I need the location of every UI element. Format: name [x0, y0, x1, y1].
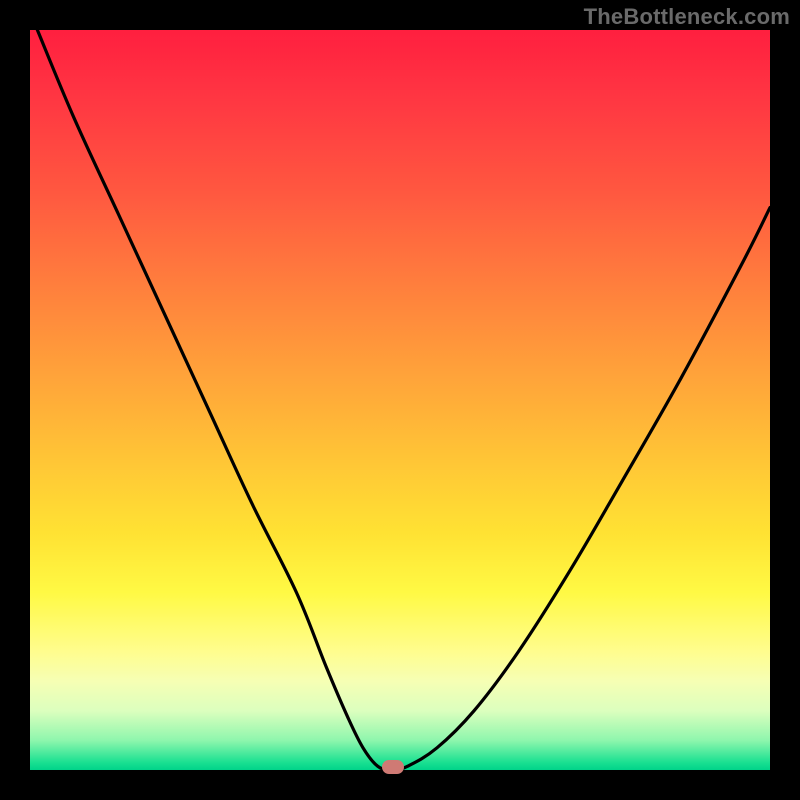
bottleneck-curve [30, 30, 770, 770]
curve-path [37, 30, 770, 770]
watermark-text: TheBottleneck.com [584, 4, 790, 30]
plot-area [30, 30, 770, 770]
chart-frame: TheBottleneck.com [0, 0, 800, 800]
optimum-marker [382, 760, 404, 774]
